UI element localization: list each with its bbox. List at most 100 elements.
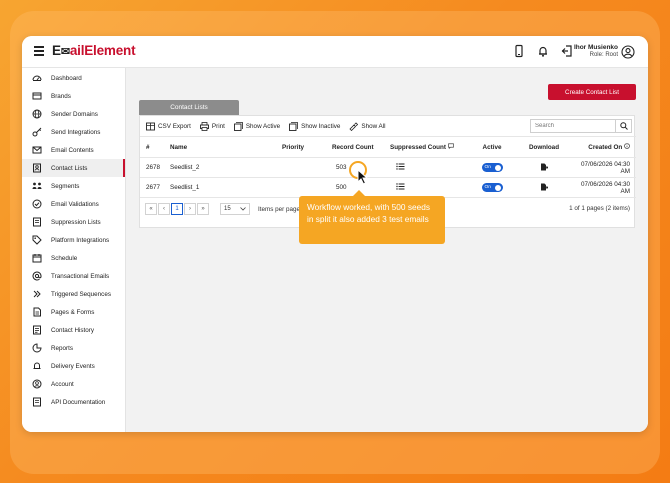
sidebar-item-dashboard[interactable]: Dashboard <box>22 69 125 87</box>
show-all-button[interactable]: Show All <box>349 121 386 131</box>
sidebar-item-send-integrations[interactable]: Send Integrations <box>22 123 125 141</box>
globe-icon <box>32 109 42 119</box>
api-doc-icon <box>33 397 41 407</box>
cell-suppressed-count[interactable] <box>390 157 470 178</box>
cell-suppressed-count[interactable] <box>390 177 470 198</box>
user-info[interactable]: Ihor Musienko Role: Root <box>570 44 618 58</box>
sidebar-item-schedule[interactable]: Schedule <box>22 249 125 267</box>
active-toggle[interactable]: On <box>481 183 503 192</box>
sidebar-item-segments[interactable]: Segments <box>22 177 125 195</box>
sidebar-item-label: Reports <box>51 344 74 352</box>
last-page-button[interactable]: » <box>197 203 209 215</box>
hamburger-menu-icon[interactable] <box>34 46 44 56</box>
app-logo[interactable]: E✉ailElement <box>52 43 136 58</box>
sidebar-item-brands[interactable]: Brands <box>22 87 125 105</box>
cell-priority <box>282 157 332 178</box>
col-active[interactable]: Active <box>470 136 514 158</box>
col-suppressed-label: Suppressed Count <box>390 144 446 151</box>
key-icon <box>32 127 42 137</box>
reports-icon <box>32 343 42 353</box>
logo-text: ailElement <box>69 43 136 58</box>
col-id[interactable]: # <box>140 136 170 158</box>
sidebar-item-label: Triggered Sequences <box>51 290 111 298</box>
cell-created-on: 07/06/2026 04:30 AM <box>574 177 636 198</box>
sidebar-item-contact-lists[interactable]: Contact Lists <box>22 159 125 177</box>
show-inactive-icon <box>289 121 299 131</box>
cell-priority <box>282 177 332 198</box>
cell-download <box>514 177 574 198</box>
annotation-tooltip: Workflow worked, with 500 seeds in split… <box>299 196 445 244</box>
col-created-on[interactable]: Created On <box>574 136 636 158</box>
col-suppressed-count[interactable]: Suppressed Count <box>390 136 470 158</box>
create-contact-list-button[interactable]: Create Contact List <box>548 84 636 100</box>
contacts-icon <box>33 163 41 173</box>
page-1-button[interactable]: 1 <box>171 203 183 215</box>
cell-name[interactable]: Seedlist_1 <box>170 177 282 198</box>
show-all-label: Show All <box>361 122 386 130</box>
sidebar-item-suppression-lists[interactable]: Suppression Lists <box>22 213 125 231</box>
main-content: Create Contact List Contact Lists CSV Ex… <box>126 68 648 432</box>
first-page-button[interactable]: « <box>145 203 157 215</box>
search-input[interactable] <box>530 119 616 133</box>
sidebar-item-contact-history[interactable]: Contact History <box>22 321 125 339</box>
sidebar-item-label: Email Validations <box>51 200 99 208</box>
sidebar-item-label: Platform Integrations <box>51 236 110 244</box>
cell-name[interactable]: Seedlist_2 <box>170 157 282 178</box>
cell-created-on: 07/06/2026 04:30 AM <box>574 157 636 178</box>
sidebar-item-email-validations[interactable]: Email Validations <box>22 195 125 213</box>
bell-icon <box>33 362 41 369</box>
header-icons <box>512 44 574 58</box>
print-button[interactable]: Print <box>199 121 225 131</box>
col-created-label: Created On <box>588 144 623 151</box>
sidebar: Dashboard Brands Sender Domains Send Int… <box>22 68 126 432</box>
table-icon <box>146 122 155 130</box>
search-button[interactable] <box>616 119 632 133</box>
bell-icon[interactable] <box>536 44 550 58</box>
show-active-button[interactable]: Show Active <box>233 121 280 131</box>
sidebar-item-account[interactable]: Account <box>22 375 125 393</box>
user-name: Ihor Musienko <box>573 44 618 51</box>
record-count-value: 503 <box>336 164 347 171</box>
contact-lists-table: # Name Priority Record Count Suppressed … <box>140 136 636 198</box>
table-row[interactable]: 2677 Seedlist_1 500 On 07/06/2026 04:30 … <box>140 177 636 198</box>
calendar-icon <box>32 254 42 263</box>
col-priority[interactable]: Priority <box>282 136 332 158</box>
sidebar-item-platform-integrations[interactable]: Platform Integrations <box>22 231 125 249</box>
sidebar-item-label: Email Contents <box>51 146 94 154</box>
col-download[interactable]: Download <box>514 136 574 158</box>
sidebar-item-transactional-emails[interactable]: Transactional Emails <box>22 267 125 285</box>
csv-export-label: CSV Export <box>158 122 191 130</box>
mobile-icon[interactable] <box>512 44 526 58</box>
show-inactive-button[interactable]: Show Inactive <box>289 121 340 131</box>
next-page-button[interactable]: › <box>184 203 196 215</box>
csv-export-button[interactable]: CSV Export <box>146 122 191 131</box>
avatar-icon[interactable] <box>621 45 635 59</box>
sidebar-item-api-documentation[interactable]: API Documentation <box>22 393 125 411</box>
sidebar-item-email-contents[interactable]: Email Contents <box>22 141 125 159</box>
table-header-row: # Name Priority Record Count Suppressed … <box>140 136 636 158</box>
sidebar-item-sender-domains[interactable]: Sender Domains <box>22 105 125 123</box>
tab-contact-lists[interactable]: Contact Lists <box>139 100 239 115</box>
sidebar-item-reports[interactable]: Reports <box>22 339 125 357</box>
sidebar-item-pages-forms[interactable]: Pages & Forms <box>22 303 125 321</box>
user-role: Role: Root <box>589 52 618 58</box>
history-icon <box>33 325 41 335</box>
page-size-select[interactable]: 15 <box>220 203 250 215</box>
show-active-icon <box>233 121 243 131</box>
download-file-icon[interactable] <box>540 183 549 191</box>
col-record-count[interactable]: Record Count <box>332 136 390 158</box>
sidebar-item-delivery-events[interactable]: Delivery Events <box>22 357 125 375</box>
printer-icon <box>199 121 209 131</box>
cell-id: 2677 <box>140 177 170 198</box>
download-file-icon[interactable] <box>540 163 549 171</box>
col-name[interactable]: Name <box>170 136 282 158</box>
mouse-cursor-icon <box>357 169 369 185</box>
active-toggle[interactable]: On <box>481 163 503 172</box>
prev-page-button[interactable]: ‹ <box>158 203 170 215</box>
table-row[interactable]: 2678 Seedlist_2 503 On 07/06/2026 04:30 … <box>140 157 636 178</box>
print-label: Print <box>211 122 225 130</box>
sidebar-item-triggered-sequences[interactable]: Triggered Sequences <box>22 285 125 303</box>
page-size-value: 15 <box>224 206 231 212</box>
brands-icon <box>32 92 42 100</box>
chevron-down-icon <box>240 207 246 211</box>
